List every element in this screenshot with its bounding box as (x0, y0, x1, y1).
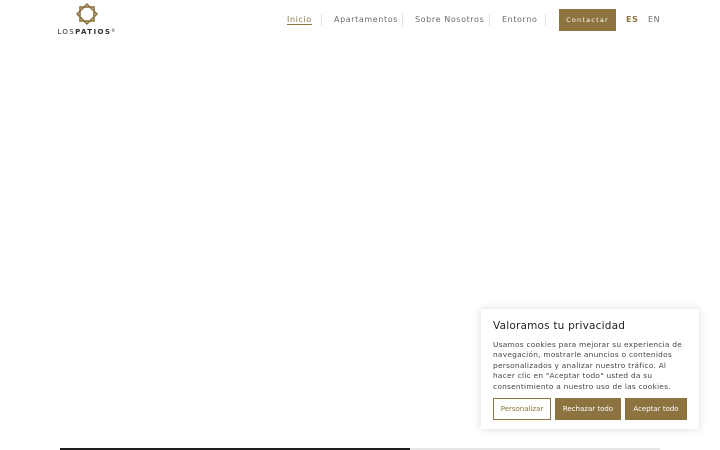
language-es[interactable]: ES (626, 15, 638, 24)
contact-button[interactable]: Contactar (559, 9, 616, 31)
nav-divider (402, 14, 403, 26)
cookie-actions: Personalizar Rechazar todo Aceptar todo (493, 398, 687, 420)
language-en[interactable]: EN (648, 15, 660, 24)
customize-button[interactable]: Personalizar (493, 398, 551, 420)
cookie-consent-banner: Valoramos tu privacidad Usamos cookies p… (481, 309, 699, 429)
star-flower-icon (75, 2, 99, 26)
nav-item-inicio[interactable]: Inicio (287, 15, 312, 24)
nav-divider (545, 14, 546, 26)
nav-item-sobre-nosotros[interactable]: Sobre Nosotros (415, 15, 484, 24)
logo-wordmark: LOSPATIOS® (57, 28, 117, 36)
nav-item-apartamentos[interactable]: Apartamentos (334, 15, 398, 24)
logo[interactable]: LOSPATIOS® (57, 1, 115, 39)
nav-item-entorno[interactable]: Entorno (502, 15, 537, 24)
accept-all-button[interactable]: Aceptar todo (625, 398, 687, 420)
reject-all-button[interactable]: Rechazar todo (555, 398, 621, 420)
nav-divider (489, 14, 490, 26)
nav-divider (321, 14, 322, 26)
site-header: LOSPATIOS® Inicio Apartamentos Sobre Nos… (0, 0, 720, 40)
cookie-title: Valoramos tu privacidad (493, 320, 626, 332)
cookie-description: Usamos cookies para mejorar su experienc… (493, 340, 683, 391)
